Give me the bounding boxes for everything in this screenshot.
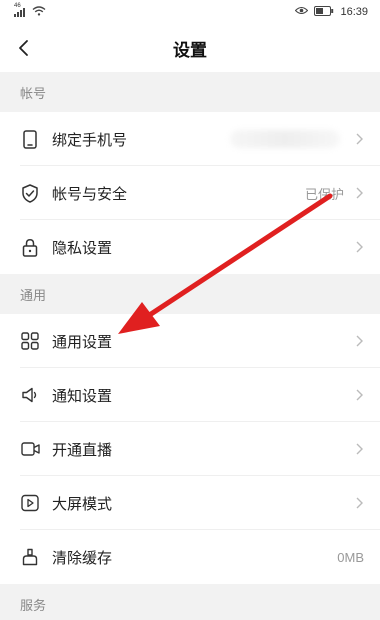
chevron-right-icon <box>354 496 364 510</box>
row-label: 绑定手机号 <box>52 131 128 149</box>
phone-icon <box>20 129 40 149</box>
status-left: 46 <box>14 3 46 19</box>
row-label: 通知设置 <box>52 387 113 405</box>
row-bind-phone[interactable]: 绑定手机号 <box>0 112 380 166</box>
signal-badge: 46 <box>14 3 21 9</box>
row-account-security[interactable]: 帐号与安全 已保护 <box>0 166 380 220</box>
row-label: 通用设置 <box>52 333 113 351</box>
play-screen-icon <box>20 493 40 513</box>
row-value: 0MB <box>337 549 364 565</box>
chevron-right-icon <box>354 442 364 456</box>
video-camera-icon <box>20 439 40 459</box>
blurred-phone-number <box>230 130 340 148</box>
chevron-right-icon <box>354 334 364 348</box>
eye-icon <box>295 6 309 18</box>
chevron-right-icon <box>354 186 364 200</box>
row-label: 清除缓存 <box>52 549 113 567</box>
row-big-screen-mode[interactable]: 大屏模式 <box>0 476 380 530</box>
lock-icon <box>20 237 40 257</box>
chevron-left-icon <box>19 40 28 56</box>
back-button[interactable] <box>12 36 36 60</box>
nav-bar: 设置 <box>0 24 380 72</box>
row-label: 大屏模式 <box>52 495 113 513</box>
row-clear-cache[interactable]: 清除缓存 0MB <box>0 530 380 584</box>
status-time: 16:39 <box>340 6 368 18</box>
battery-icon <box>314 5 334 19</box>
row-privacy-settings[interactable]: 隐私设置 <box>0 220 380 274</box>
row-notification-settings[interactable]: 通知设置 <box>0 368 380 422</box>
row-label: 开通直播 <box>52 441 113 459</box>
row-general-settings[interactable]: 通用设置 <box>0 314 380 368</box>
broom-icon <box>20 547 40 567</box>
row-start-live[interactable]: 开通直播 <box>0 422 380 476</box>
status-bar: 46 16:39 <box>0 0 380 24</box>
grid-icon <box>20 331 40 351</box>
row-value: 已保护 <box>304 186 344 202</box>
section-header-account: 帐号 <box>0 72 380 112</box>
chevron-right-icon <box>354 388 364 402</box>
status-right: 16:39 <box>295 5 368 19</box>
row-label: 隐私设置 <box>52 239 113 257</box>
section-header-general: 通用 <box>0 274 380 314</box>
chevron-right-icon <box>354 240 364 254</box>
wifi-icon <box>32 5 46 19</box>
chevron-right-icon <box>354 132 364 146</box>
section-header-service: 服务 <box>0 584 380 620</box>
shield-check-icon <box>20 183 40 203</box>
speaker-icon <box>20 385 40 405</box>
page-title: 设置 <box>173 40 207 60</box>
signal-icon: 46 <box>14 3 28 17</box>
row-label: 帐号与安全 <box>52 185 128 203</box>
